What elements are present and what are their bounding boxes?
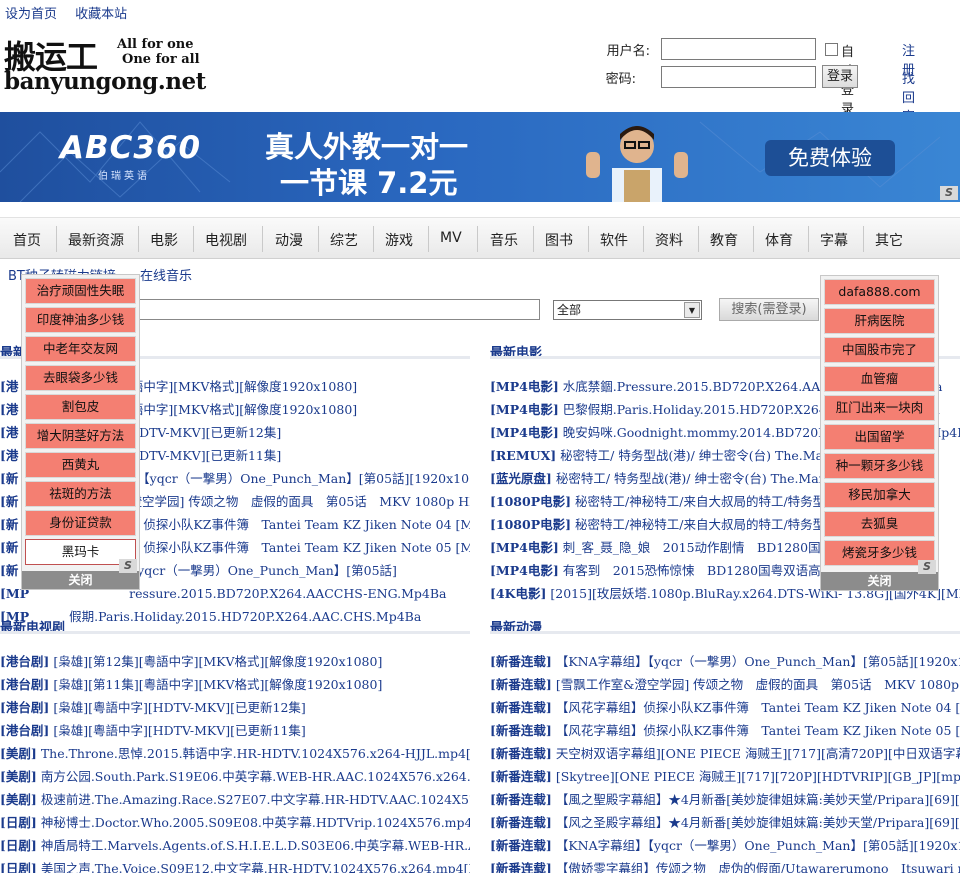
ad-item[interactable]: 身份证贷款 xyxy=(25,510,136,536)
nav-tv[interactable]: 电视剧 xyxy=(205,230,247,250)
nav-education[interactable]: 教育 xyxy=(710,230,738,250)
login-button[interactable]: 登录 xyxy=(822,65,858,88)
list-item[interactable]: [新番连载] 【风花字幕组】侦探小队KZ事件簿 Tantei Team KZ J… xyxy=(490,696,960,719)
list-item[interactable]: [新番连载] [雪飘工作室&澄空学园] 传颂之物 虚假的面具 第05话 MKV … xyxy=(490,673,960,696)
auto-login-checkbox[interactable] xyxy=(825,43,838,56)
ad-item[interactable]: 血管瘤 xyxy=(824,366,935,392)
search-category-value: 全部 xyxy=(557,303,582,317)
bookmark-link[interactable]: 收藏本站 xyxy=(75,7,127,22)
list-item[interactable]: [新番连载] 【風之聖殿字幕組】★4月新番[美妙旋律姐妹篇:美妙天堂/Pripa… xyxy=(490,788,960,811)
nav-movies[interactable]: 电影 xyxy=(150,230,178,250)
nav-music[interactable]: 音乐 xyxy=(490,230,518,250)
list-item[interactable]: [港台剧] [枭雄][第11集][粵語中字][MKV格式][解像度1920x10… xyxy=(0,673,470,696)
nav-home[interactable]: 首页 xyxy=(13,230,41,250)
nav-software[interactable]: 软件 xyxy=(600,230,628,250)
nav-variety[interactable]: 综艺 xyxy=(330,230,358,250)
nav-others[interactable]: 其它 xyxy=(875,230,903,250)
ad-item[interactable]: 肝病医院 xyxy=(824,308,935,334)
floating-ad-left: 治疗顽固性失眠 印度神油多少钱 中老年交友网 去眼袋多少钱 割包皮 增大阴茎好方… xyxy=(21,274,140,590)
main-nav: 首页 最新资源 电影 电视剧 动漫 综艺 游戏 MV 音乐 图书 软件 资料 教… xyxy=(0,217,960,259)
ad-item[interactable]: 中国股市完了 xyxy=(824,337,935,363)
list-item[interactable]: [新番连载] 【风花字幕组】侦探小队KZ事件簿 Tantei Team KZ J… xyxy=(490,719,960,742)
search-button[interactable]: 搜索(需登录) xyxy=(719,298,819,321)
free-trial-button[interactable]: 免费体验 xyxy=(765,140,895,176)
list-item[interactable]: [港台剧] [枭雄][第12集][粵語中字][MKV格式][解像度1920x10… xyxy=(0,650,470,673)
list-item[interactable]: [日剧] 神秘博士.Doctor.Who.2005.S09E08.中英字幕.HD… xyxy=(0,811,470,834)
list-item[interactable]: [港台剧] [枭雄][粵語中字][HDTV-MKV][已更新11集] xyxy=(0,719,470,742)
nav-latest[interactable]: 最新资源 xyxy=(68,230,124,250)
ad-item[interactable]: 增大阴茎好方法 xyxy=(25,423,136,449)
list-item[interactable]: [MP 假期.Paris.Holiday.2015.HD720P.X264.AAC… xyxy=(0,605,470,628)
list-item[interactable]: [港台剧] [枭雄][粵語中字][HDTV-MKV][已更新12集] xyxy=(0,696,470,719)
ad-item[interactable]: 割包皮 xyxy=(25,394,136,420)
ad-item[interactable]: 种一颗牙多少钱 xyxy=(824,453,935,479)
list-item[interactable]: [美剧] 南方公园.South.Park.S19E06.中英字幕.WEB-HR.… xyxy=(0,765,470,788)
nav-mv[interactable]: MV xyxy=(440,230,462,246)
top-links: 设为首页 收藏本站 xyxy=(5,3,141,22)
ad-item[interactable]: dafa888.com xyxy=(824,279,935,305)
search-category-select[interactable]: 全部 ▼ xyxy=(553,300,702,320)
password-input[interactable] xyxy=(661,66,816,88)
list-item[interactable]: [新番连载] 【KNA字幕组】【yqcr（一撃男）One_Punch_Man】[… xyxy=(490,834,960,857)
ad-item[interactable]: 移民加拿大 xyxy=(824,482,935,508)
banner-headline-2: 一节课 7.2元 xyxy=(280,166,458,200)
section-divider xyxy=(490,631,960,634)
ad-item[interactable]: 去狐臭 xyxy=(824,511,935,537)
list-item[interactable]: [新番连载] 【傲娇零字幕组】传颂之物 虚伪的假面/Utawarerumono … xyxy=(490,857,960,873)
floating-ad-right: dafa888.com 肝病医院 中国股市完了 血管瘤 肛门出来一块肉 出国留学… xyxy=(820,275,939,591)
nav-sports[interactable]: 体育 xyxy=(765,230,793,250)
ad-item[interactable]: 治疗顽固性失眠 xyxy=(25,278,136,304)
ad-badge: S xyxy=(918,560,936,574)
logo-slogan-2: One for all xyxy=(122,52,200,67)
banner-brand-sub: 伯瑞英语 xyxy=(98,171,150,182)
username-input[interactable] xyxy=(661,38,816,60)
list-item[interactable]: [新番连载] 【KNA字幕组】【yqcr（一撃男）One_Punch_Man】[… xyxy=(490,650,960,673)
close-ad-right-button[interactable]: 关闭 xyxy=(821,572,938,590)
nav-games[interactable]: 游戏 xyxy=(385,230,413,250)
list-item[interactable]: [新番连载] 天空树双语字幕组][ONE PIECE 海贼王][717][高清7… xyxy=(490,742,960,765)
online-music-link[interactable]: 在线音乐 xyxy=(140,265,192,284)
logo-slogan-1: All for one xyxy=(117,37,194,52)
list-item[interactable]: [美剧] 极速前进.The.Amazing.Race.S27E07.中文字幕.H… xyxy=(0,788,470,811)
latest-anime-list: [新番连载] 【KNA字幕组】【yqcr（一撃男）One_Punch_Man】[… xyxy=(490,650,960,873)
close-ad-left-button[interactable]: 关闭 xyxy=(22,571,139,589)
list-item[interactable]: [新番连载] 【风之圣殿字幕组】★4月新番[美妙旋律姐妹篇:美妙天堂/Pripa… xyxy=(490,811,960,834)
list-item[interactable]: [新番连载] [Skytree][ONE PIECE 海贼王][717][720… xyxy=(490,765,960,788)
site-logo[interactable]: 搬运工 All for one One for all banyungong.n… xyxy=(4,32,214,96)
list-item[interactable]: [日剧] 美国之声.The.Voice.S09E12.中文字幕.HR-HDTV.… xyxy=(0,857,470,873)
search-input[interactable] xyxy=(128,299,540,320)
nav-materials[interactable]: 资料 xyxy=(655,230,683,250)
ad-item[interactable]: 出国留学 xyxy=(824,424,935,450)
ad-item[interactable]: 印度神油多少钱 xyxy=(25,307,136,333)
banner-person-image xyxy=(586,126,688,202)
set-homepage-link[interactable]: 设为首页 xyxy=(5,7,57,22)
ad-item[interactable]: 西黄丸 xyxy=(25,452,136,478)
nav-anime[interactable]: 动漫 xyxy=(275,230,303,250)
nav-subtitles[interactable]: 字幕 xyxy=(820,230,848,250)
list-item[interactable]: [美剧] The.Throne.思悼.2015.韩语中字.HR-HDTV.102… xyxy=(0,742,470,765)
banner-ad-badge: S xyxy=(940,186,958,200)
chevron-down-icon: ▼ xyxy=(684,302,700,318)
password-label: 密码: xyxy=(605,72,636,87)
list-item[interactable]: [日剧] 神盾局特工.Marvels.Agents.of.S.H.I.E.L.D… xyxy=(0,834,470,857)
section-divider xyxy=(0,631,470,634)
ad-item[interactable]: 去眼袋多少钱 xyxy=(25,365,136,391)
ad-badge: S xyxy=(119,559,137,573)
logo-domain: banyungong.net xyxy=(4,68,206,95)
ad-item[interactable]: 肛门出来一块肉 xyxy=(824,395,935,421)
banner-brand: ABC360 xyxy=(60,130,202,166)
nav-books[interactable]: 图书 xyxy=(545,230,573,250)
ad-item[interactable]: 祛斑的方法 xyxy=(25,481,136,507)
ad-item[interactable]: 中老年交友网 xyxy=(25,336,136,362)
username-label: 用户名: xyxy=(606,44,650,59)
ad-banner[interactable]: ABC360 伯瑞英语 真人外教一对一 一节课 7.2元 免费体验 S xyxy=(0,112,960,202)
latest-tv-list: [港台剧] [枭雄][第12集][粵語中字][MKV格式][解像度1920x10… xyxy=(0,650,470,873)
